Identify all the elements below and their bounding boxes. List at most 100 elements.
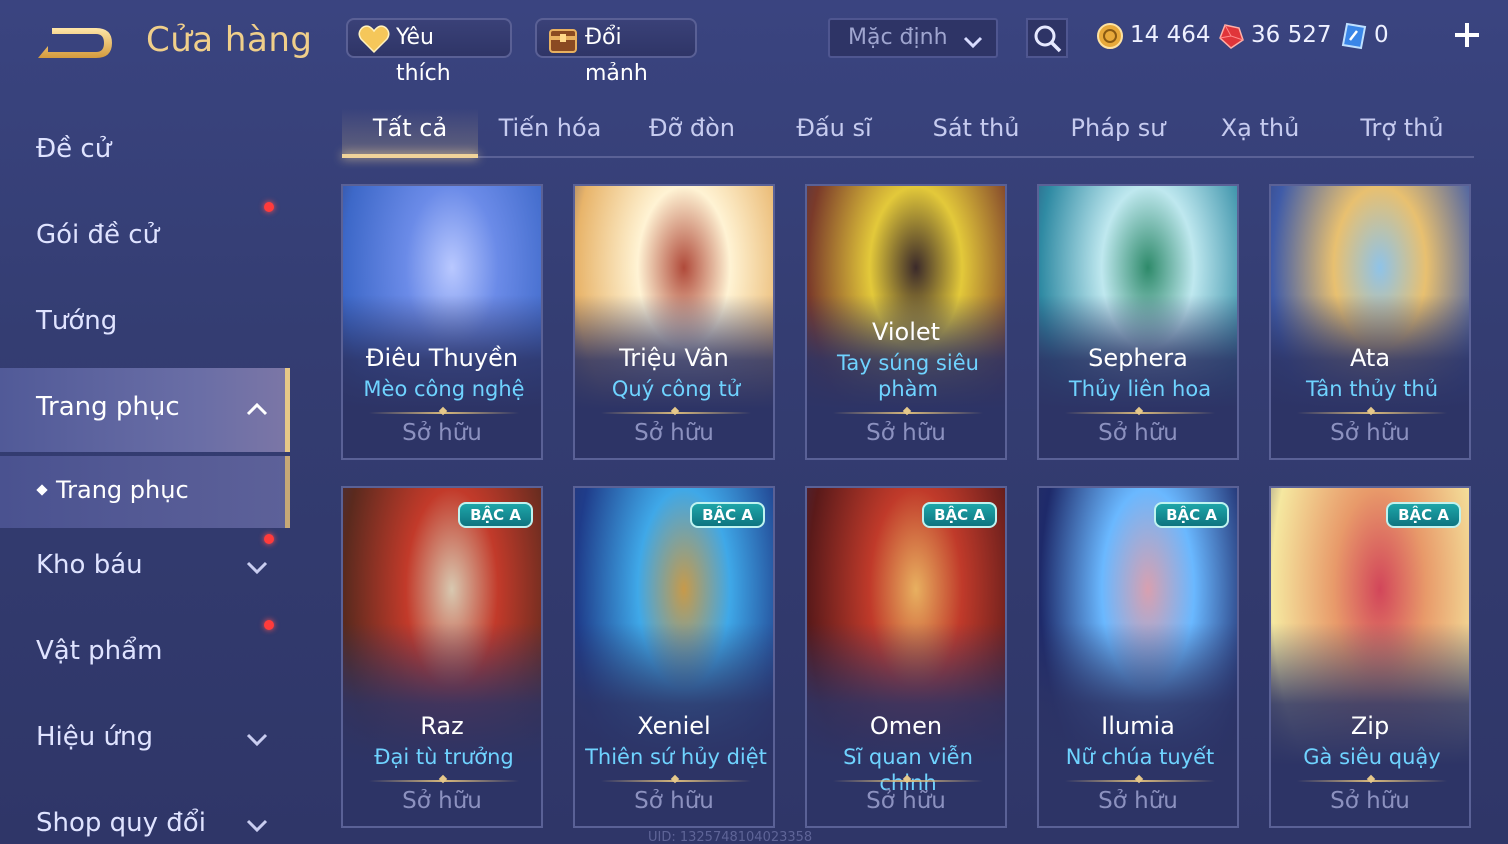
card-divider: [369, 412, 519, 414]
skin-name: Tân thủy thủ: [1305, 377, 1439, 401]
hero-name: Ata: [1349, 344, 1391, 372]
gold-coin-icon: [1096, 22, 1124, 50]
chevron-down-icon: [244, 556, 270, 578]
diamond-bullet-icon: [36, 484, 48, 496]
card-divider: [1297, 412, 1447, 414]
voucher-icon: [1340, 22, 1368, 50]
skin-card[interactable]: BẬC A Xeniel Thiên sứ hủy diệt Sở hữu: [573, 486, 775, 828]
tab-marksman[interactable]: Xạ thủ: [1192, 108, 1328, 156]
hero-name: Violet: [871, 318, 941, 346]
gold-value: 14 464: [1130, 22, 1211, 48]
sidebar-item-label: Trang phục: [36, 392, 180, 422]
sidebar-subitem-label: Trang phục: [56, 476, 189, 504]
chevron-down-icon: [244, 728, 270, 750]
chevron-down-icon: [244, 814, 270, 836]
sidebar-item-exchange-shop[interactable]: Shop quy đổi: [0, 784, 290, 844]
skin-card[interactable]: Ata Tân thủy thủ Sở hữu: [1269, 184, 1471, 460]
skin-name: Quý công tử: [611, 377, 741, 401]
skin-name: Mèo công nghệ: [363, 377, 525, 401]
skin-name: Gà siêu quậy: [1303, 745, 1441, 769]
tab-evolution[interactable]: Tiến hóa: [482, 108, 618, 156]
hero-name: Điêu Thuyền: [365, 344, 519, 372]
skin-name: Thủy liên hoa: [1068, 377, 1212, 401]
sidebar-item-label: Shop quy đổi: [36, 808, 206, 838]
card-divider: [1065, 780, 1215, 782]
skin-name: Tay súng siêu phàm: [837, 351, 979, 401]
skin-name: Đại tù trưởng: [374, 745, 514, 769]
card-divider: [833, 780, 983, 782]
page-title: Cửa hàng: [146, 20, 313, 60]
card-divider: [601, 780, 751, 782]
skin-card[interactable]: Điêu Thuyền Mèo công nghệ Sở hữu: [341, 184, 543, 460]
sidebar-subitem-skins[interactable]: Trang phục: [0, 456, 290, 528]
plus-icon: [1455, 23, 1479, 47]
ownership-status: Sở hữu: [1330, 788, 1410, 814]
tier-badge: BẬC A: [458, 502, 533, 528]
tab-mage[interactable]: Pháp sư: [1050, 108, 1186, 156]
tab-all[interactable]: Tất cả: [342, 108, 478, 158]
hero-name: Zip: [1350, 712, 1390, 740]
favorite-label: Yêu thích: [396, 25, 451, 86]
notification-dot: [264, 620, 274, 630]
skin-card[interactable]: Sephera Thủy liên hoa Sở hữu: [1037, 184, 1239, 460]
sidebar-item-featured[interactable]: Đề cử: [0, 110, 290, 194]
tab-assassin[interactable]: Sát thủ: [908, 108, 1044, 156]
back-button[interactable]: [34, 22, 116, 64]
tier-badge: BẬC A: [1386, 502, 1461, 528]
tier-badge: BẬC A: [922, 502, 997, 528]
sidebar-item-items[interactable]: Vật phẩm: [0, 612, 290, 696]
search-icon: [1034, 25, 1062, 53]
hero-name: Triệu Vân: [619, 344, 729, 372]
search-button[interactable]: [1026, 18, 1068, 58]
voucher-balance: 0: [1340, 20, 1389, 52]
ownership-status: Sở hữu: [866, 420, 946, 446]
card-divider: [601, 412, 751, 414]
sidebar-item-label: Kho báu: [36, 550, 143, 580]
card-divider: [369, 780, 519, 782]
skin-card[interactable]: BẬC A Zip Gà siêu quậy Sở hữu: [1269, 486, 1471, 828]
skin-card[interactable]: BẬC A Omen Sĩ quan viễn chinh Sở hữu: [805, 486, 1007, 828]
sidebar-item-skins[interactable]: Trang phục: [0, 368, 290, 452]
skin-name: Nữ chúa tuyết: [1065, 745, 1215, 769]
sidebar-item-heroes[interactable]: Tướng: [0, 282, 290, 366]
card-divider: [833, 412, 983, 414]
ownership-status: Sở hữu: [402, 788, 482, 814]
sort-value: Mặc định: [848, 25, 948, 50]
sidebar-item-effects[interactable]: Hiệu ứng: [0, 698, 290, 782]
top-bar: Cửa hàng Yêu thích Đổi mảnh Mặc định 14 …: [0, 0, 1508, 86]
tier-badge: BẬC A: [1154, 502, 1229, 528]
skin-card[interactable]: Violet Tay súng siêu phàm Sở hữu: [805, 184, 1007, 460]
sidebar-item-label: Gói đề cử: [36, 220, 160, 250]
notification-dot: [264, 202, 274, 212]
sidebar-item-featured-packs[interactable]: Gói đề cử: [0, 196, 290, 280]
ruby-icon: [1217, 22, 1245, 50]
chevron-up-icon: [244, 398, 270, 420]
sidebar: Đề cử Gói đề cử Tướng Trang phục Trang p…: [0, 100, 290, 844]
skin-card[interactable]: Triệu Vân Quý công tử Sở hữu: [573, 184, 775, 460]
sidebar-item-treasure[interactable]: Kho báu: [0, 526, 290, 610]
heart-icon: [358, 24, 390, 54]
gold-balance: 14 464: [1096, 20, 1210, 52]
tab-support[interactable]: Trợ thủ: [1334, 108, 1470, 156]
skin-card[interactable]: BẬC A Ilumia Nữ chúa tuyết Sở hữu: [1037, 486, 1239, 828]
card-divider: [1297, 780, 1447, 782]
hero-name: Raz: [420, 712, 464, 740]
sort-dropdown[interactable]: Mặc định: [828, 18, 998, 58]
sidebar-item-label: Tướng: [36, 306, 118, 336]
chevron-down-icon: [962, 28, 984, 49]
tab-tank[interactable]: Đỡ đòn: [624, 108, 760, 156]
sidebar-item-label: Đề cử: [36, 134, 112, 164]
ruby-value: 36 527: [1251, 22, 1332, 48]
hero-name: Ilumia: [1101, 712, 1175, 740]
add-currency-button[interactable]: [1452, 20, 1482, 50]
voucher-value: 0: [1374, 22, 1389, 48]
favorite-button[interactable]: Yêu thích: [346, 18, 512, 86]
skin-card[interactable]: BẬC A Raz Đại tù trưởng Sở hữu: [341, 486, 543, 828]
ownership-status: Sở hữu: [634, 420, 714, 446]
chest-icon: [547, 24, 579, 54]
tier-badge: BẬC A: [690, 502, 765, 528]
sidebar-item-label: Vật phẩm: [36, 636, 163, 666]
ownership-status: Sở hữu: [1330, 420, 1410, 446]
tab-warrior[interactable]: Đấu sĩ: [766, 108, 902, 156]
shard-exchange-button[interactable]: Đổi mảnh: [535, 18, 697, 86]
